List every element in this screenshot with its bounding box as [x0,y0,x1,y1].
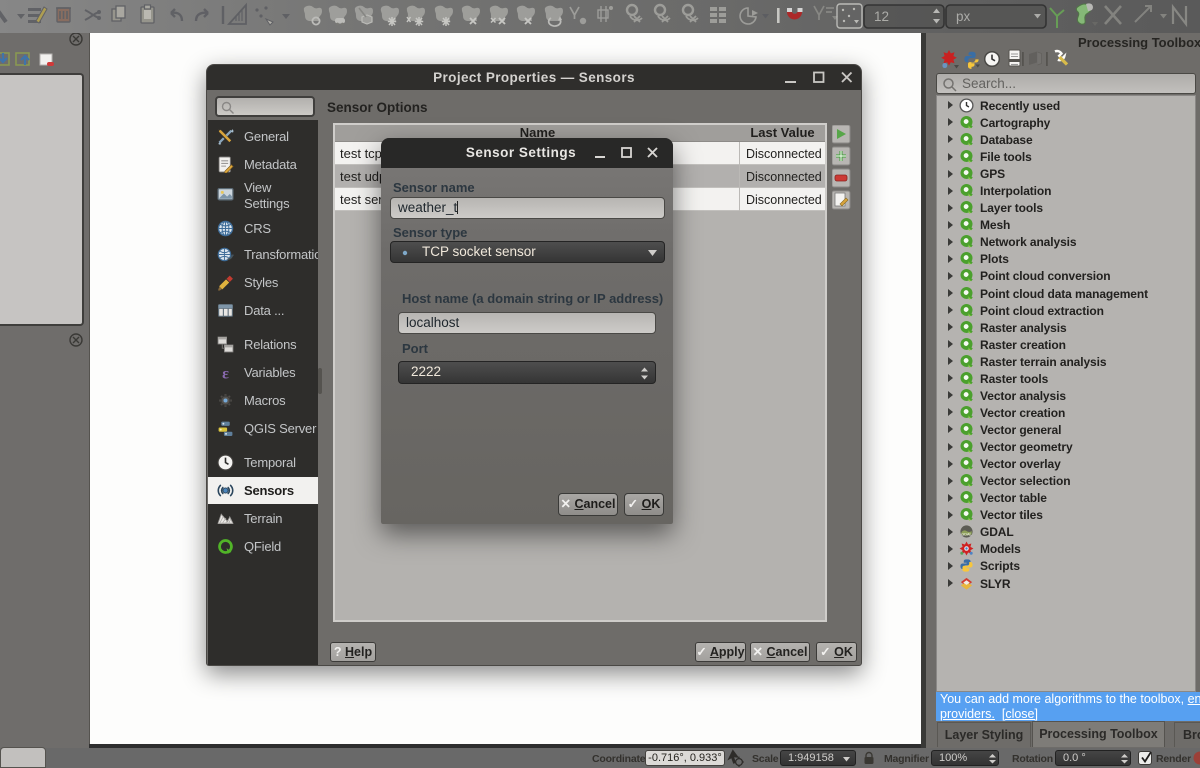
svg-text:GDAL: GDAL [961,533,971,537]
svg-text:ε: ε [222,365,229,381]
svg-text:12: 12 [874,9,889,24]
svg-text:px: px [956,9,971,24]
